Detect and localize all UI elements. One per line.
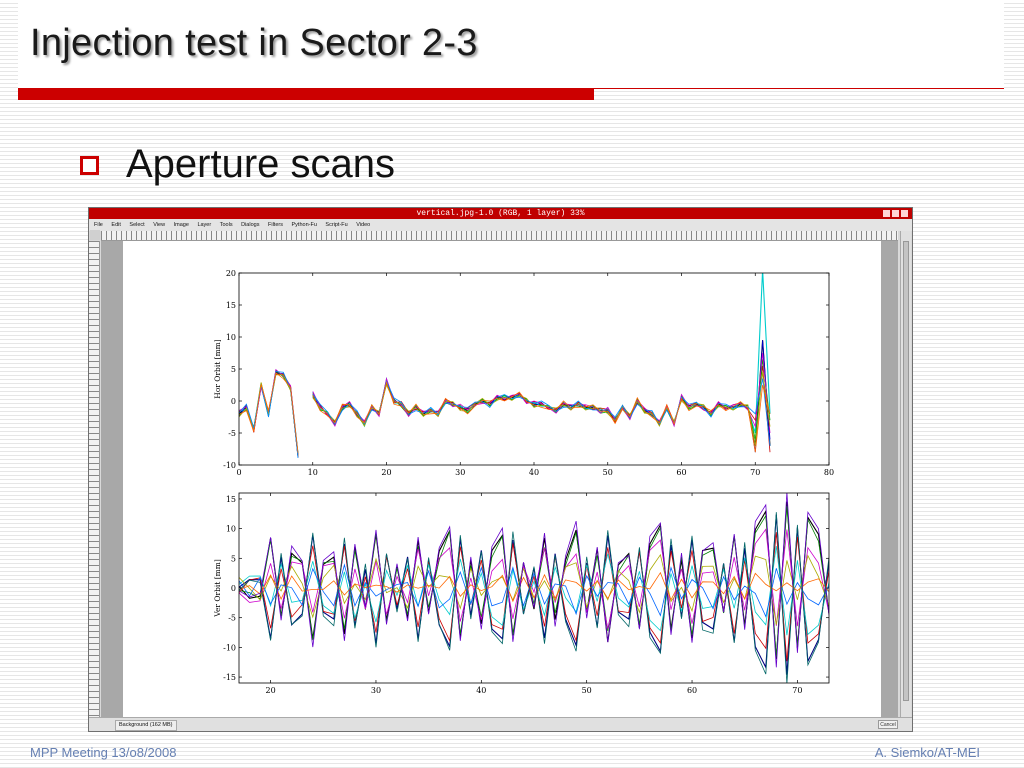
x-tick-label: 40 bbox=[529, 468, 539, 477]
status-layer-info[interactable]: Background (162 MB) bbox=[115, 720, 177, 731]
window-controls bbox=[881, 210, 908, 217]
plot-frame bbox=[238, 272, 830, 466]
menu-tools[interactable]: Tools bbox=[220, 219, 233, 231]
y-tick-label: -15 bbox=[223, 673, 236, 682]
x-tick-label: 10 bbox=[308, 468, 318, 477]
maximize-icon[interactable] bbox=[892, 210, 899, 217]
x-tick-label: 0 bbox=[236, 468, 241, 477]
title-accent-bar bbox=[18, 88, 594, 100]
y-tick-label: -5 bbox=[228, 614, 236, 623]
x-tick-label: 20 bbox=[381, 468, 391, 477]
menu-select[interactable]: Select bbox=[129, 219, 144, 231]
hor-orbit-chart: 0 10 20 30 40 50 60 70 80 -10 -5 0 5 10 15 20 Hor Orbit … bbox=[201, 259, 851, 481]
y-tick-label: 0 bbox=[231, 584, 236, 593]
vertical-scrollbar[interactable] bbox=[900, 231, 911, 717]
y-tick-label: 20 bbox=[226, 269, 236, 278]
series-line-8 bbox=[239, 372, 771, 453]
y-axis-label: Ver Orbit [mm] bbox=[213, 559, 222, 618]
title-accent-line bbox=[594, 88, 1004, 89]
menu-edit[interactable]: Edit bbox=[111, 219, 120, 231]
y-tick-label: 10 bbox=[226, 525, 236, 534]
ruler-corner[interactable] bbox=[90, 230, 100, 240]
series-line-3 bbox=[239, 365, 771, 458]
menu-view[interactable]: View bbox=[153, 219, 165, 231]
square-bullet-icon bbox=[80, 156, 99, 175]
y-tick-label: 15 bbox=[226, 301, 236, 310]
y-tick-label: 15 bbox=[226, 495, 236, 504]
menu-video[interactable]: Video bbox=[356, 219, 370, 231]
hor-orbit-svg: 0 10 20 30 40 50 60 70 80 -10 -5 0 5 10 15 20 Hor Orbit … bbox=[213, 269, 834, 477]
y-tick-label: -10 bbox=[223, 643, 236, 652]
x-tick-label: 70 bbox=[750, 468, 760, 477]
x-tick-label: 60 bbox=[687, 686, 697, 695]
x-tick-label: 20 bbox=[266, 686, 276, 695]
y-tick-label: 5 bbox=[231, 554, 236, 563]
menu-dialogs[interactable]: Dialogs bbox=[241, 219, 259, 231]
window-titlebar[interactable]: vertical.jpg-1.0 (RGB, 1 layer) 33% bbox=[89, 208, 912, 219]
y-tick-label: 0 bbox=[231, 397, 236, 406]
x-tick-label: 30 bbox=[371, 686, 381, 695]
y-tick-label: 5 bbox=[231, 365, 236, 374]
horizontal-ruler[interactable] bbox=[101, 231, 898, 241]
bullet-text: Aperture scans bbox=[126, 142, 396, 186]
y-tick-label: -10 bbox=[223, 461, 236, 470]
series-line-7 bbox=[239, 371, 771, 459]
window-title: vertical.jpg-1.0 (RGB, 1 layer) 33% bbox=[416, 209, 585, 218]
ver-orbit-svg: 20 30 40 50 60 70 -15 -10 -5 0 5 10 15 Ver Orbit [mm] bbox=[213, 492, 830, 695]
x-tick-label: 70 bbox=[792, 686, 802, 695]
image-canvas[interactable]: 0 10 20 30 40 50 60 70 80 -10 -5 0 5 10 15 20 Hor Orbit … bbox=[101, 241, 898, 717]
status-bar: Background (162 MB) Cancel bbox=[89, 717, 912, 731]
y-axis-label: Hor Orbit [mm] bbox=[213, 339, 222, 399]
footer-meeting: MPP Meeting 13/o8/2008 bbox=[30, 745, 177, 760]
menu-layer[interactable]: Layer bbox=[197, 219, 211, 231]
menu-image[interactable]: Image bbox=[174, 219, 189, 231]
gimp-image-window: vertical.jpg-1.0 (RGB, 1 layer) 33% File… bbox=[88, 207, 913, 732]
x-tick-label: 40 bbox=[476, 686, 486, 695]
menubar: File Edit Select View Image Layer Tools … bbox=[89, 219, 912, 231]
series-line-6 bbox=[239, 372, 771, 457]
close-icon[interactable] bbox=[901, 210, 908, 217]
x-tick-label: 50 bbox=[582, 686, 592, 695]
x-tick-label: 60 bbox=[676, 468, 686, 477]
slide-title: Injection test in Sector 2-3 bbox=[30, 22, 478, 64]
ver-orbit-chart: 20 30 40 50 60 70 -15 -10 -5 0 5 10 15 Ver Orbit [mm] bbox=[201, 487, 851, 703]
menu-python-fu[interactable]: Python-Fu bbox=[292, 219, 317, 231]
x-tick-label: 80 bbox=[824, 468, 834, 477]
series-line-1 bbox=[239, 273, 771, 454]
y-tick-label: 10 bbox=[226, 333, 236, 342]
x-tick-label: 50 bbox=[603, 468, 613, 477]
y-tick-label: -5 bbox=[228, 429, 236, 438]
footer-author: A. Siemko/AT-MEI bbox=[874, 745, 980, 760]
image-page: 0 10 20 30 40 50 60 70 80 -10 -5 0 5 10 15 20 Hor Orbit … bbox=[123, 241, 881, 717]
vertical-ruler[interactable] bbox=[89, 241, 100, 717]
menu-script-fu[interactable]: Script-Fu bbox=[325, 219, 347, 231]
series-line-0 bbox=[239, 340, 771, 456]
minimize-icon[interactable] bbox=[883, 210, 890, 217]
x-tick-label: 30 bbox=[455, 468, 465, 477]
menu-filters[interactable]: Filters bbox=[268, 219, 283, 231]
cancel-button[interactable]: Cancel bbox=[878, 720, 898, 729]
scrollbar-thumb[interactable] bbox=[903, 241, 909, 701]
